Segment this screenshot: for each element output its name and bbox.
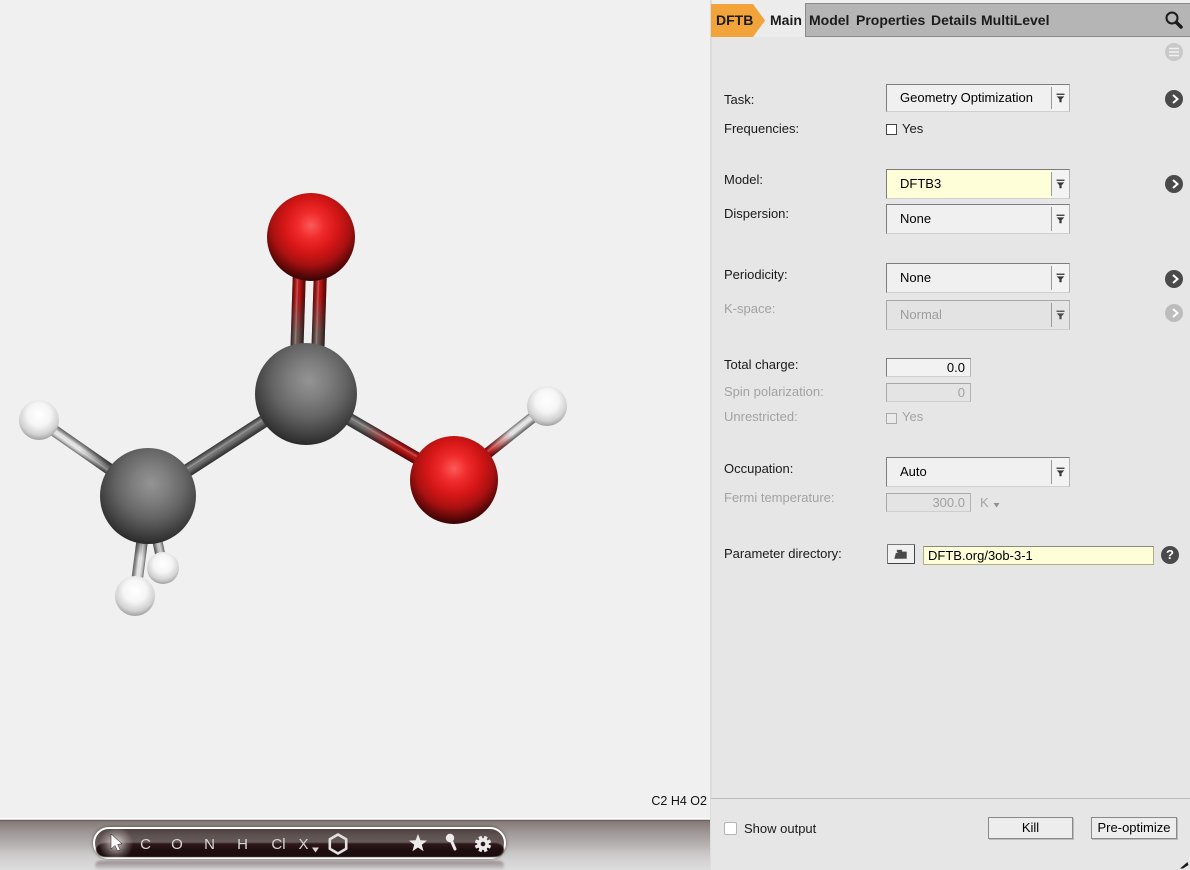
svg-text:DFTB: DFTB (716, 12, 753, 28)
